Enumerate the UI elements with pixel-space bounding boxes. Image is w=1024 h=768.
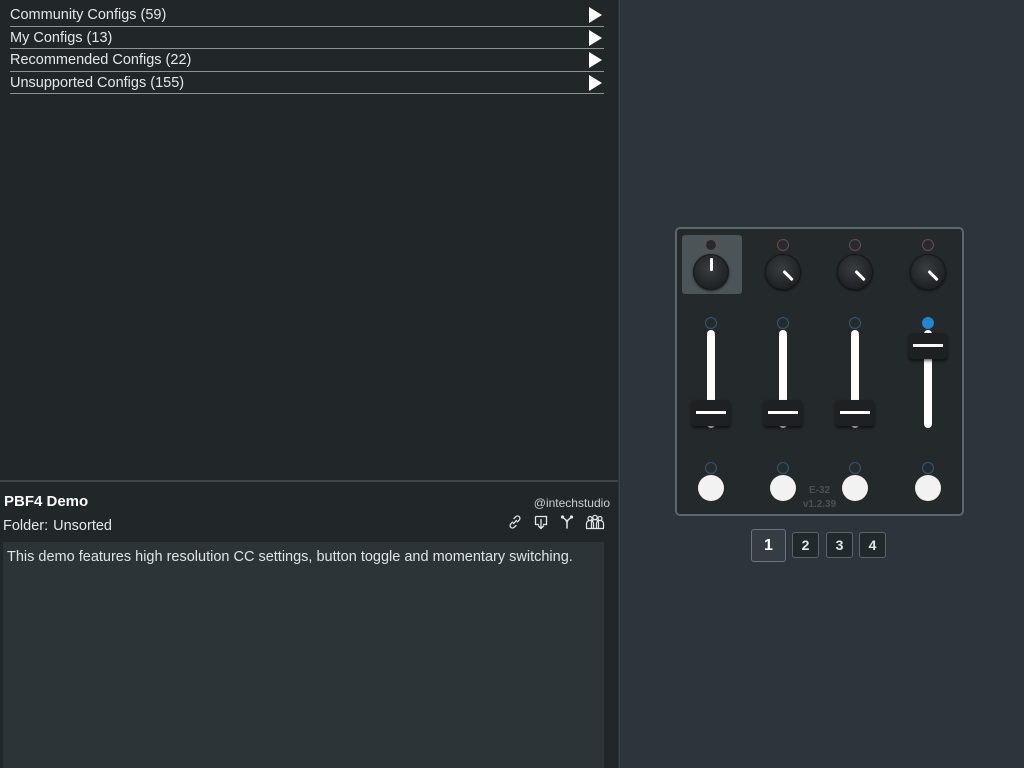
category-recommended-configs[interactable]: Recommended Configs (22) [10, 49, 604, 72]
description-box: This demo features high resolution CC se… [3, 542, 604, 768]
expand-arrow-icon [589, 52, 602, 68]
fader-led-1 [705, 317, 717, 329]
download-icon[interactable] [533, 514, 549, 530]
button-led-4 [922, 462, 934, 474]
knob-3[interactable] [837, 254, 873, 290]
community-icon[interactable] [585, 514, 605, 530]
config-title: PBF4 Demo [4, 493, 89, 510]
knob-4[interactable] [910, 254, 946, 290]
button-led-2 [777, 462, 789, 474]
fader-3[interactable] [836, 400, 874, 426]
category-my-configs[interactable]: My Configs (13) [10, 27, 604, 49]
knob-led-3 [849, 239, 861, 251]
knob-led-1 [705, 239, 717, 251]
expand-arrow-icon [589, 74, 602, 91]
category-community-configs[interactable]: Community Configs (59) [10, 4, 604, 27]
fader-led-4 [922, 317, 934, 329]
device-version-label: v1.2.39 [802, 499, 837, 510]
knob-led-4 [922, 239, 934, 251]
folder-row: Folder: Unsorted [3, 518, 112, 534]
folder-value[interactable]: Unsorted [53, 518, 112, 534]
expand-arrow-icon [589, 29, 602, 46]
page-button-3[interactable]: 3 [826, 532, 853, 558]
category-unsupported-configs[interactable]: Unsupported Configs (155) [10, 72, 604, 94]
controller-module: E-32 v1.2.39 [675, 227, 964, 516]
config-detail: PBF4 Demo @intechstudio Folder:Unsorted [0, 482, 618, 768]
folder-label: Folder: [3, 518, 49, 534]
category-label: Unsupported Configs (155) [10, 74, 185, 91]
category-label: Recommended Configs (22) [10, 52, 192, 68]
page-button-4[interactable]: 4 [859, 532, 886, 558]
fader-2[interactable] [764, 400, 802, 426]
category-label: My Configs (13) [10, 29, 113, 46]
config-author[interactable]: @intechstudio [534, 496, 610, 510]
button-led-1 [705, 462, 717, 474]
button-led-3 [849, 462, 861, 474]
knob-1[interactable] [693, 254, 729, 290]
fader-led-2 [777, 317, 789, 329]
config-browser-panel: Community Configs (59) My Configs (13) R… [0, 0, 618, 768]
config-actions [507, 513, 605, 531]
config-description: This demo features high resolution CC se… [7, 549, 573, 565]
fader-4[interactable] [909, 333, 947, 359]
config-category-list: Community Configs (59) My Configs (13) R… [10, 4, 604, 94]
device-model-label: E-32 [808, 485, 831, 496]
knob-led-2 [777, 239, 789, 251]
knob-2[interactable] [765, 254, 801, 290]
link-icon[interactable] [507, 514, 523, 530]
page-button-1[interactable]: 1 [751, 529, 786, 562]
fader-1[interactable] [692, 400, 730, 426]
page-button-2[interactable]: 2 [792, 532, 819, 558]
expand-arrow-icon [589, 7, 602, 23]
category-label: Community Configs (59) [10, 7, 167, 23]
fader-led-3 [849, 317, 861, 329]
branch-icon[interactable] [559, 514, 575, 530]
